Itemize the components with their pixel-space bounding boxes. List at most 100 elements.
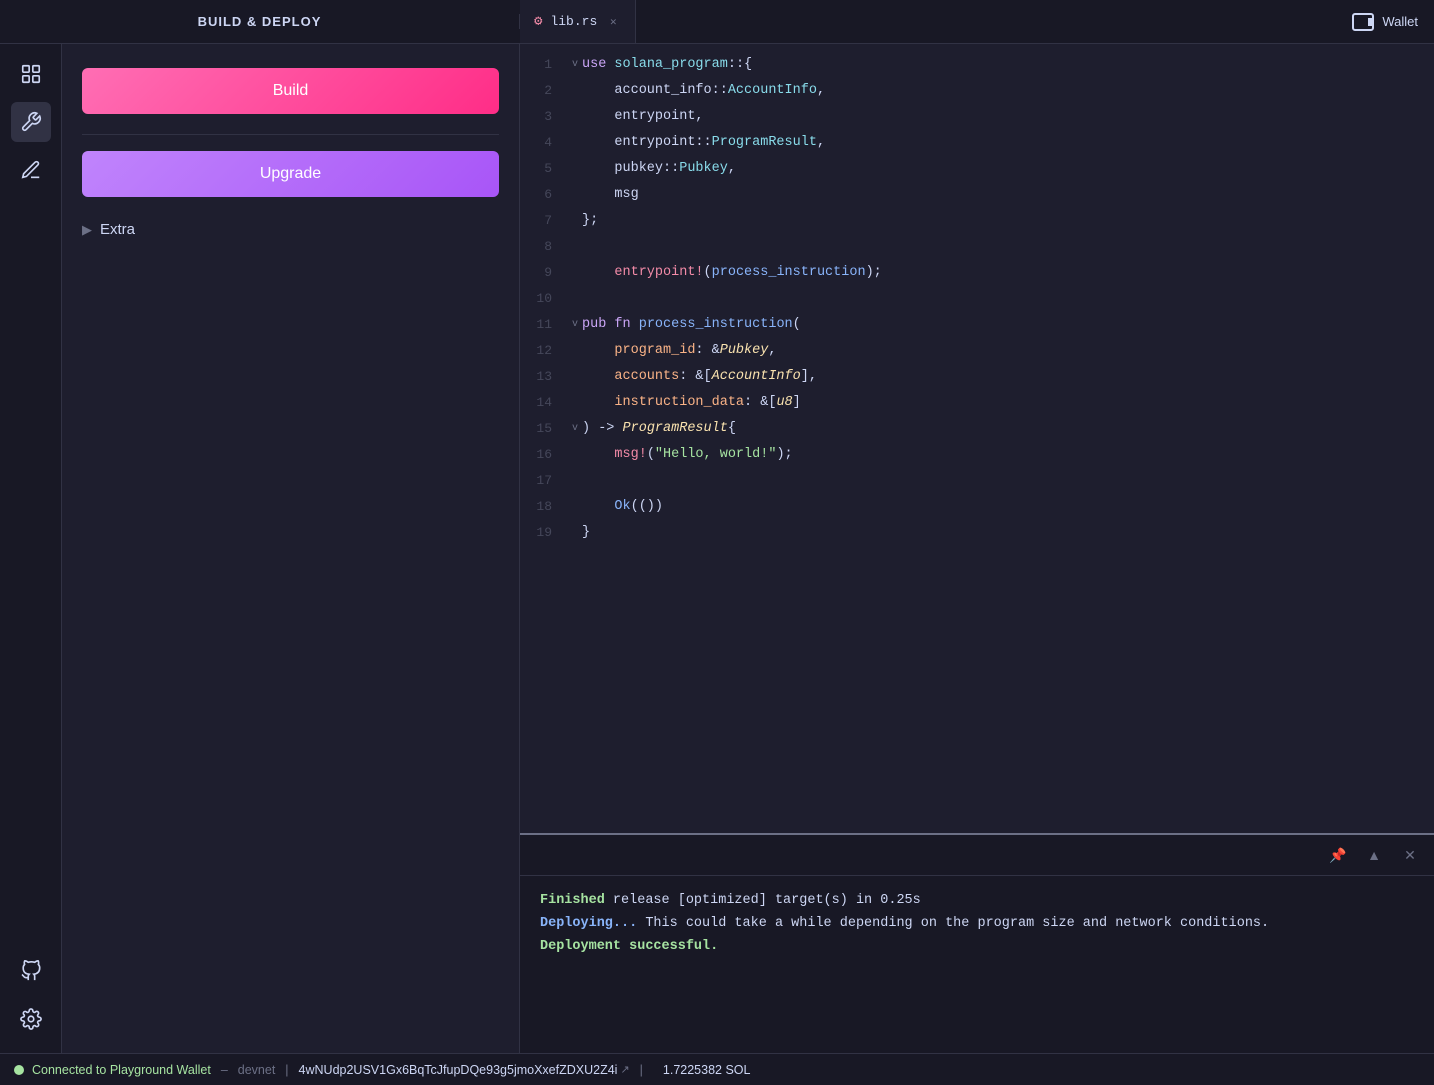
terminal-success-label: Deployment successful. (540, 939, 718, 954)
line-number: 14 (532, 390, 568, 416)
code-content: msg (582, 182, 1422, 208)
extra-section[interactable]: ▶ Extra (82, 221, 499, 238)
sidebar (0, 44, 62, 1053)
code-content: entrypoint!(process_instruction); (582, 260, 1422, 286)
terminal-pin-button[interactable]: 📌 (1324, 841, 1352, 869)
left-panel: Build Upgrade ▶ Extra (62, 44, 520, 1053)
line-number: 16 (532, 442, 568, 468)
code-content: Ok(()) (582, 494, 1422, 520)
network-label: devnet (238, 1063, 276, 1077)
line-number: 5 (532, 156, 568, 182)
code-content: instruction_data: &[u8] (582, 390, 1422, 416)
fold-indicator[interactable]: v (568, 312, 582, 338)
build-button[interactable]: Build (82, 68, 499, 114)
code-line-11: 11vpub fn process_instruction( (520, 312, 1434, 338)
sidebar-bottom (11, 951, 51, 1053)
line-number: 9 (532, 260, 568, 286)
code-content: use solana_program::{ (582, 52, 1422, 78)
code-line-19: 19} (520, 520, 1434, 546)
terminal-finished-label: Finished (540, 893, 605, 908)
sidebar-icon-settings[interactable] (11, 999, 51, 1039)
line-number: 18 (532, 494, 568, 520)
code-line-14: 14 instruction_data: &[u8] (520, 390, 1434, 416)
code-content: pub fn process_instruction( (582, 312, 1422, 338)
tab-lib-rs[interactable]: ⚙ lib.rs ✕ (520, 0, 636, 43)
code-line-15: 15v) -> ProgramResult{ (520, 416, 1434, 442)
sidebar-icon-pen[interactable] (11, 150, 51, 190)
code-line-17: 17 (520, 468, 1434, 494)
code-line-3: 3 entrypoint, (520, 104, 1434, 130)
connection-status-label: Connected to Playground Wallet (32, 1063, 211, 1077)
editor-tabs: ⚙ lib.rs ✕ (520, 0, 1336, 43)
panel-title-section: BUILD & DEPLOY (0, 14, 520, 29)
sidebar-icon-github[interactable] (11, 951, 51, 991)
divider-1 (82, 134, 499, 135)
code-content: account_info::AccountInfo, (582, 78, 1422, 104)
terminal-line-2: Deploying... This could take a while dep… (540, 913, 1414, 936)
wallet-section[interactable]: Wallet (1336, 13, 1434, 31)
status-sep-1: – (221, 1063, 228, 1077)
status-bar: Connected to Playground Wallet – devnet … (0, 1053, 1434, 1085)
code-content: program_id: &Pubkey, (582, 338, 1422, 364)
code-editor: 1vuse solana_program::{2 account_info::A… (520, 44, 1434, 1053)
code-content: accounts: &[AccountInfo], (582, 364, 1422, 390)
code-line-8: 8 (520, 234, 1434, 260)
address-label[interactable]: 4wNUdp2USV1Gx6BqTcJfupDQe93g5jmoXxefZDXU… (299, 1063, 618, 1077)
line-number: 8 (532, 234, 568, 260)
code-content: ) -> ProgramResult{ (582, 416, 1422, 442)
line-number: 19 (532, 520, 568, 546)
main-content: Build Upgrade ▶ Extra 1vuse solana_progr… (0, 44, 1434, 1053)
code-line-12: 12 program_id: &Pubkey, (520, 338, 1434, 364)
fold-indicator[interactable]: v (568, 416, 582, 442)
terminal-deploying-label: Deploying... (540, 916, 637, 931)
code-area[interactable]: 1vuse solana_program::{2 account_info::A… (520, 44, 1434, 833)
extra-label: Extra (100, 221, 135, 238)
fold-indicator[interactable]: v (568, 52, 582, 78)
code-content: pubkey::Pubkey, (582, 156, 1422, 182)
status-sep-2: | (285, 1063, 288, 1077)
external-link-icon: ↗ (620, 1063, 629, 1076)
line-number: 11 (532, 312, 568, 338)
terminal-toolbar: 📌 ▲ ✕ (520, 835, 1434, 876)
line-number: 4 (532, 130, 568, 156)
code-content: } (582, 520, 1422, 546)
tab-close-button[interactable]: ✕ (605, 14, 621, 30)
terminal-line2-rest: This could take a while depending on the… (637, 916, 1269, 931)
code-line-16: 16 msg!("Hello, world!"); (520, 442, 1434, 468)
panel-title: BUILD & DEPLOY (198, 14, 322, 29)
upgrade-button[interactable]: Upgrade (82, 151, 499, 197)
code-line-2: 2 account_info::AccountInfo, (520, 78, 1434, 104)
code-content: entrypoint::ProgramResult, (582, 130, 1422, 156)
line-number: 17 (532, 468, 568, 494)
top-bar: BUILD & DEPLOY ⚙ lib.rs ✕ Wallet (0, 0, 1434, 44)
line-number: 12 (532, 338, 568, 364)
terminal-close-button[interactable]: ✕ (1396, 841, 1424, 869)
wallet-icon (1352, 13, 1374, 31)
status-sep-3: | (640, 1063, 643, 1077)
code-line-10: 10 (520, 286, 1434, 312)
terminal: 📌 ▲ ✕ Finished release [optimized] targe… (520, 833, 1434, 1053)
terminal-collapse-button[interactable]: ▲ (1360, 841, 1388, 869)
code-content: entrypoint, (582, 104, 1422, 130)
line-number: 3 (532, 104, 568, 130)
line-number: 6 (532, 182, 568, 208)
terminal-line1-rest: release [optimized] target(s) in 0.25s (605, 893, 921, 908)
code-line-13: 13 accounts: &[AccountInfo], (520, 364, 1434, 390)
rust-file-icon: ⚙ (534, 13, 542, 30)
line-number: 2 (532, 78, 568, 104)
code-line-5: 5 pubkey::Pubkey, (520, 156, 1434, 182)
tab-filename: lib.rs (550, 14, 597, 29)
line-number: 1 (532, 52, 568, 78)
code-line-18: 18 Ok(()) (520, 494, 1434, 520)
code-line-7: 7}; (520, 208, 1434, 234)
connection-status-dot (14, 1065, 24, 1075)
code-line-1: 1vuse solana_program::{ (520, 52, 1434, 78)
code-content: msg!("Hello, world!"); (582, 442, 1422, 468)
sidebar-icon-pages[interactable] (11, 54, 51, 94)
code-line-4: 4 entrypoint::ProgramResult, (520, 130, 1434, 156)
sidebar-icon-build[interactable] (11, 102, 51, 142)
chevron-right-icon: ▶ (82, 222, 92, 238)
terminal-line-3: Deployment successful. (540, 936, 1414, 959)
wallet-label: Wallet (1382, 14, 1418, 29)
balance-label: 1.7225382 SOL (663, 1063, 751, 1077)
